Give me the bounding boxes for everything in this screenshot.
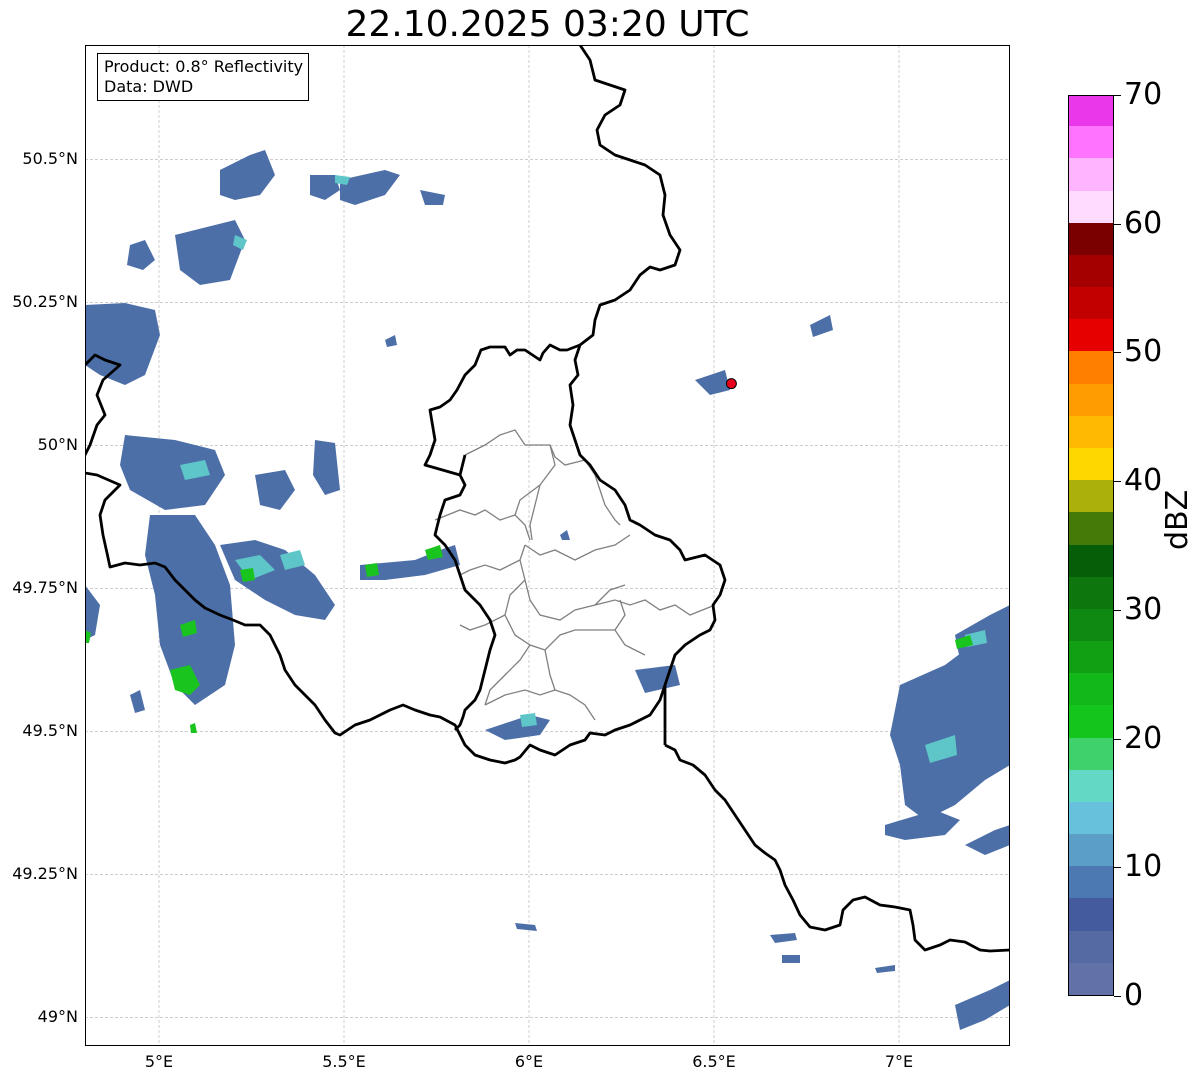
product-label: Product: 0.8° Reflectivity	[104, 57, 304, 76]
colorbar-segment	[1069, 962, 1113, 995]
colorbar-tick-label: 70	[1124, 77, 1163, 112]
colorbar-tick-label: 20	[1124, 720, 1163, 756]
product-info-box: Product: 0.8° Reflectivity Data: DWD	[97, 53, 310, 101]
lon-tick-label: 7°E	[884, 1052, 914, 1071]
colorbar-segment	[1069, 125, 1113, 159]
colorbar-segment	[1069, 447, 1113, 481]
colorbar-segment	[1069, 511, 1113, 545]
colorbar-segment	[1069, 415, 1113, 448]
colorbar-tick-label: 40	[1124, 463, 1163, 499]
colorbar-segment	[1069, 833, 1113, 867]
colorbar-tick-label: 60	[1124, 205, 1163, 241]
colorbar-label-text: dBZ	[1160, 489, 1195, 550]
colorbar-segment	[1069, 576, 1113, 609]
data-source-label: Data: DWD	[104, 77, 194, 96]
lat-tick-label: 49°N	[37, 1007, 78, 1027]
lon-tick-label: 6°E	[514, 1052, 544, 1071]
colorbar-label: dBZ	[1160, 470, 1200, 550]
colorbar-tick-mark	[1114, 738, 1121, 740]
colorbar-segment	[1069, 640, 1113, 674]
colorbar-tick-mark	[1114, 481, 1121, 483]
colorbar-tick-mark	[1114, 867, 1121, 869]
colorbar-tick-mark	[1114, 223, 1121, 225]
colorbar-segment	[1069, 865, 1113, 899]
lon-tick-label: 6.5°E	[692, 1052, 736, 1071]
colorbar-segment	[1069, 608, 1113, 642]
colorbar-segment	[1069, 672, 1113, 706]
colorbar-segment	[1069, 96, 1113, 127]
colorbar-segment	[1069, 286, 1113, 320]
colorbar-segment	[1069, 157, 1113, 191]
colorbar-segment	[1069, 897, 1113, 931]
map-title: 22.10.2025 03:20 UTC	[345, 4, 750, 45]
colorbar-tick-mark	[1114, 352, 1121, 354]
colorbar-segment	[1069, 383, 1113, 416]
dbz-colorbar	[1068, 95, 1114, 996]
lon-tick-label: 5.5°E	[322, 1052, 366, 1071]
lat-tick-label: 49.25°N	[12, 864, 78, 884]
lat-tick-label: 50°N	[37, 435, 78, 455]
colorbar-segment	[1069, 479, 1113, 513]
lat-tick-label: 50.5°N	[22, 149, 78, 169]
colorbar-segment	[1069, 318, 1113, 352]
echo-cluster-northwest	[85, 150, 833, 740]
radar-echoes	[85, 150, 1010, 1030]
colorbar-tick-mark	[1114, 95, 1121, 96]
colorbar-segment	[1069, 704, 1113, 738]
radar-station-marker[interactable]	[725, 378, 737, 390]
colorbar-segment	[1069, 350, 1113, 384]
lat-tick-label: 49.75°N	[12, 578, 78, 598]
colorbar-tick-label: 0	[1124, 978, 1144, 1013]
colorbar-segment	[1069, 543, 1113, 577]
lon-tick-label: 5°E	[144, 1052, 174, 1071]
colorbar-segment	[1069, 930, 1113, 963]
colorbar-tick-label: 30	[1124, 591, 1163, 627]
colorbar-tick-label: 10	[1124, 849, 1163, 885]
colorbar-segment	[1069, 189, 1113, 223]
colorbar-segment	[1069, 769, 1113, 802]
colorbar-segment	[1069, 801, 1113, 835]
echo-highlights-cyan	[180, 175, 987, 763]
colorbar-tick-mark	[1114, 996, 1121, 997]
lat-tick-label: 49.5°N	[22, 721, 78, 741]
lat-tick-label: 50.25°N	[12, 292, 78, 312]
radar-map[interactable]	[85, 45, 1010, 1046]
colorbar-tick-label: 50	[1124, 334, 1163, 370]
echo-cluster-east	[515, 605, 1010, 1030]
colorbar-tick-mark	[1114, 609, 1121, 611]
colorbar-segment	[1069, 736, 1113, 770]
colorbar-segment	[1069, 222, 1113, 255]
colorbar-segment	[1069, 254, 1113, 288]
